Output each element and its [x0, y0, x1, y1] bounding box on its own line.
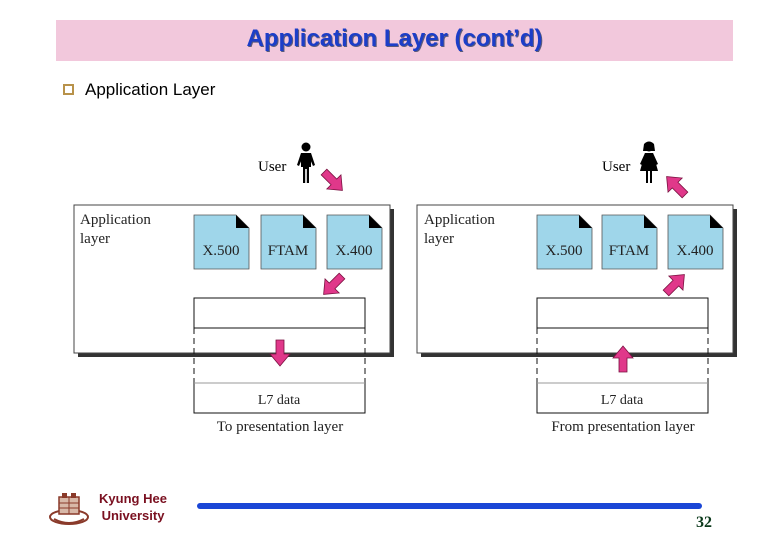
- university-name-line1: Kyung Hee: [99, 491, 167, 506]
- right-service-x500: X.500: [536, 214, 593, 270]
- university-logo-icon: [49, 493, 89, 525]
- right-caption: From presentation layer: [551, 419, 694, 435]
- left-header-box: [193, 297, 366, 329]
- left-service-ftam: FTAM: [260, 214, 317, 270]
- arrow-up-left-icon: [659, 169, 693, 203]
- service-label: FTAM: [609, 243, 649, 259]
- right-user-label: User: [602, 159, 630, 175]
- right-diagram: User Application layer X.500 FTAM X.400 …: [416, 141, 737, 435]
- service-label: X.400: [335, 243, 372, 259]
- right-layer-label-2: layer: [424, 231, 454, 247]
- service-label: X.500: [545, 243, 582, 259]
- left-service-x400: X.400: [326, 214, 383, 270]
- left-data-label: L7 data: [258, 393, 301, 408]
- left-layer-label-1: Application: [80, 212, 151, 228]
- university-name: Kyung Hee University: [92, 490, 174, 524]
- right-service-ftam: FTAM: [601, 214, 658, 270]
- left-diagram: User Application layer X.500 FTAM X.400: [73, 142, 394, 435]
- left-service-x500: X.500: [193, 214, 250, 270]
- left-caption: To presentation layer: [217, 419, 343, 435]
- university-name-line2: University: [101, 508, 165, 523]
- application-layer-diagram: User Application layer X.500 FTAM X.400: [73, 141, 737, 435]
- service-label: X.400: [676, 243, 713, 259]
- right-layer-label-1: Application: [424, 212, 495, 228]
- service-label: FTAM: [268, 243, 308, 259]
- right-data-label: L7 data: [601, 393, 644, 408]
- arrow-down-right-icon: [316, 164, 350, 198]
- service-label: X.500: [202, 243, 239, 259]
- user-woman-icon: [640, 141, 658, 183]
- footer-divider: [197, 503, 702, 509]
- user-man-icon: [297, 142, 315, 183]
- left-layer-label-2: layer: [80, 231, 110, 247]
- left-user-label: User: [258, 159, 286, 175]
- page-number: 32: [696, 514, 712, 531]
- right-service-x400: X.400: [667, 214, 724, 270]
- right-header-box: [536, 297, 709, 329]
